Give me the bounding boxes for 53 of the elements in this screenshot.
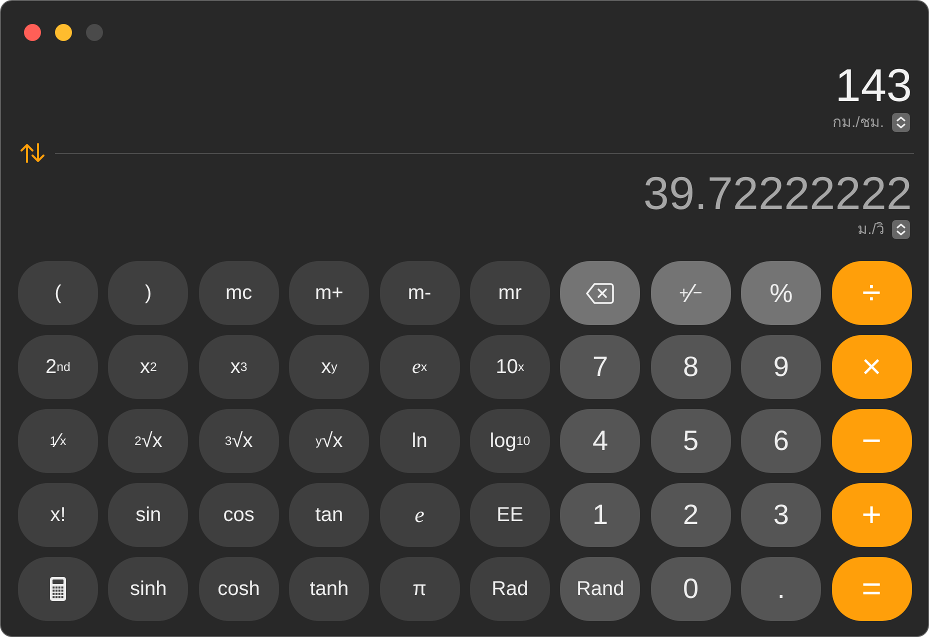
function-key[interactable]: m+ [289, 261, 370, 325]
display-value: 143 [834, 60, 912, 110]
function-key[interactable]: 2$^{nd}$ [18, 335, 98, 399]
function-key[interactable]: m- [380, 261, 460, 325]
digit-key[interactable]: 0 [650, 557, 731, 621]
unit-popup-button[interactable]: ม./วิ [858, 219, 910, 239]
function-key[interactable]: x! [18, 483, 98, 547]
chevron-up-down-icon [892, 112, 910, 132]
function-key[interactable]: π [380, 557, 460, 621]
function-key[interactable]: Rad [470, 557, 550, 621]
function-key[interactable]: Rand [560, 557, 640, 621]
digit-key[interactable]: 3 [741, 483, 822, 547]
backspace-icon [586, 282, 614, 304]
function-key[interactable]: x$^{2}$ [108, 335, 188, 399]
function-key[interactable]: e$^{x}$ [380, 335, 460, 399]
digit-key[interactable]: 7 [560, 335, 640, 399]
function-key[interactable]: tanh [289, 557, 370, 621]
minimize-button[interactable] [55, 24, 72, 41]
function-key[interactable]: mc [198, 261, 279, 325]
swap-arrows-icon[interactable] [20, 143, 45, 163]
digit-key[interactable]: 1 [560, 483, 640, 547]
function-key[interactable]: EE [470, 483, 550, 547]
function-key[interactable]: cos [198, 483, 279, 547]
unit-popup-button[interactable]: กม./ชม. [832, 112, 910, 132]
function-key[interactable]: ) [108, 261, 188, 325]
backspace-button[interactable] [560, 261, 640, 325]
function-key[interactable]: tan [289, 483, 370, 547]
digit-key[interactable]: 5 [650, 409, 731, 473]
function-key[interactable]: $^{y}$√x [289, 409, 370, 473]
function-key[interactable]: cosh [198, 557, 279, 621]
function-key[interactable]: e [380, 483, 460, 547]
display-value: 39.72222222 [642, 168, 912, 218]
chevron-up-down-icon [892, 220, 910, 238]
digit-key[interactable]: 6 [741, 409, 822, 473]
function-key[interactable]: sinh [108, 557, 188, 621]
digit-key[interactable]: 4 [560, 409, 640, 473]
function-key[interactable]: x$^{3}$ [198, 335, 279, 399]
function-key[interactable]: x$^{y}$ [289, 335, 370, 399]
utility-key[interactable]: % [741, 261, 822, 325]
function-key[interactable]: ( [18, 261, 98, 325]
calculator-mode-button[interactable] [18, 557, 98, 621]
digit-key[interactable]: 2 [650, 483, 731, 547]
function-key[interactable]: mr [470, 261, 550, 325]
digit-key[interactable]: . [741, 557, 822, 621]
function-key[interactable]: ln [380, 409, 460, 473]
calculator-icon [50, 577, 66, 601]
digit-key[interactable]: 8 [650, 335, 731, 399]
digit-key[interactable]: 9 [741, 335, 822, 399]
function-key[interactable]: $^{2}$√x [108, 409, 188, 473]
function-key[interactable]: sin [108, 483, 188, 547]
function-key[interactable]: 10$^{x}$ [470, 335, 550, 399]
function-key[interactable]: $^{3}$√x [198, 409, 279, 473]
close-button[interactable] [24, 24, 41, 41]
